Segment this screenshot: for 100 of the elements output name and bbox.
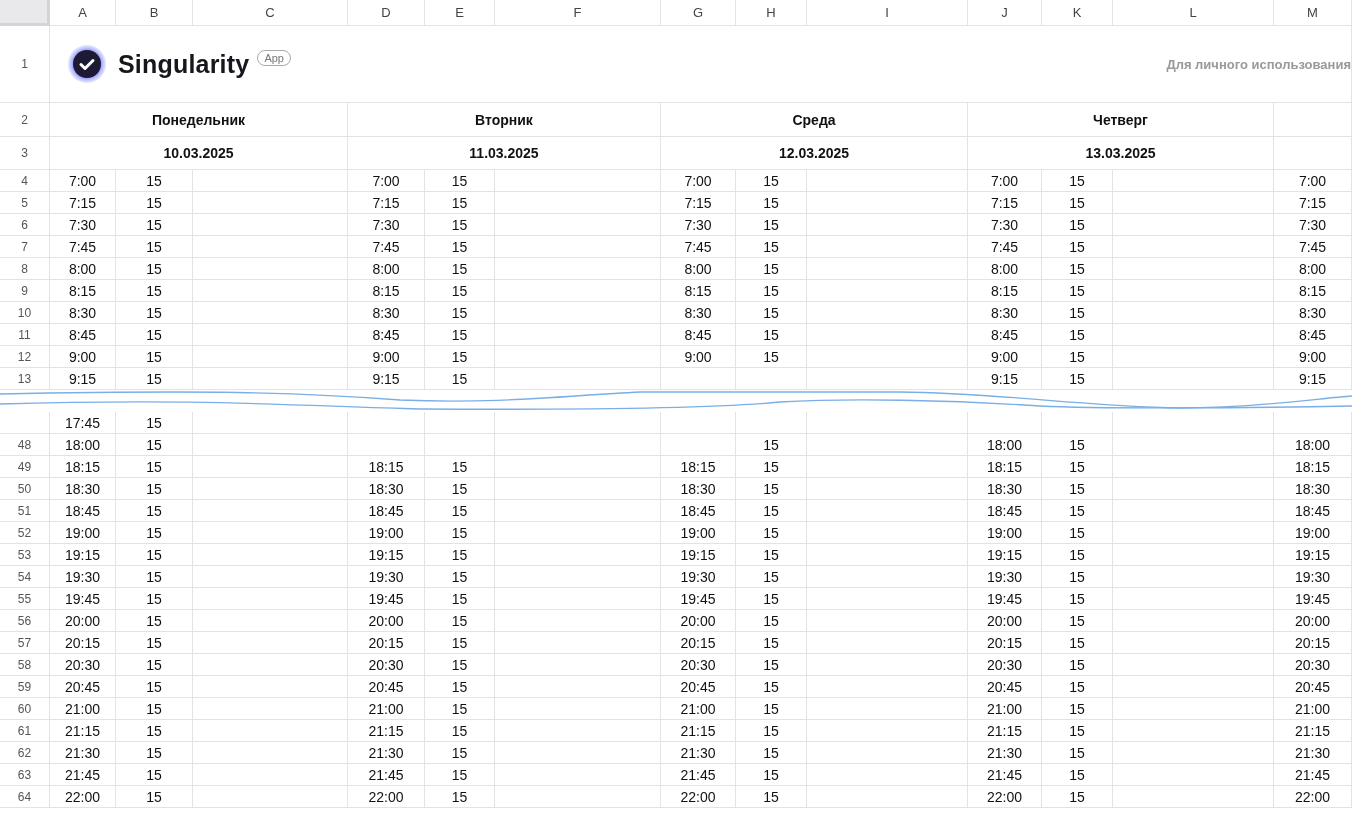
column-header[interactable]: K bbox=[1042, 0, 1113, 26]
time-cell: 21:30 bbox=[1274, 742, 1352, 764]
column-header[interactable]: B bbox=[116, 0, 193, 26]
row-number: 8 bbox=[0, 258, 50, 280]
duration-cell: 15 bbox=[425, 632, 495, 654]
day-name: Вторник bbox=[348, 103, 661, 137]
duration-cell: 15 bbox=[425, 280, 495, 302]
duration-cell: 15 bbox=[116, 610, 193, 632]
duration-cell: 15 bbox=[116, 632, 193, 654]
time-cell: 8:30 bbox=[50, 302, 116, 324]
duration-cell: 15 bbox=[1042, 280, 1113, 302]
duration-cell: 15 bbox=[736, 522, 807, 544]
column-header[interactable]: H bbox=[736, 0, 807, 26]
time-cell: 19:00 bbox=[348, 522, 425, 544]
duration-cell: 15 bbox=[736, 456, 807, 478]
row-number: 60 bbox=[0, 698, 50, 720]
time-cell: 21:45 bbox=[50, 764, 116, 786]
duration-cell: 15 bbox=[116, 698, 193, 720]
duration-cell: 15 bbox=[425, 478, 495, 500]
duration-cell: 15 bbox=[736, 764, 807, 786]
time-cell: 8:30 bbox=[348, 302, 425, 324]
duration-cell: 15 bbox=[116, 170, 193, 192]
duration-cell: 15 bbox=[1042, 566, 1113, 588]
column-header[interactable]: L bbox=[1113, 0, 1274, 26]
duration-cell: 15 bbox=[1042, 654, 1113, 676]
duration-cell: 15 bbox=[736, 610, 807, 632]
time-cell: 18:15 bbox=[968, 456, 1042, 478]
duration-cell: 15 bbox=[116, 654, 193, 676]
time-cell: 18:30 bbox=[348, 478, 425, 500]
duration-cell: 15 bbox=[1042, 214, 1113, 236]
duration-cell: 15 bbox=[116, 302, 193, 324]
duration-cell: 15 bbox=[736, 434, 807, 456]
duration-cell: 15 bbox=[425, 742, 495, 764]
row-number: 9 bbox=[0, 280, 50, 302]
time-cell: 18:15 bbox=[1274, 456, 1352, 478]
row-number: 63 bbox=[0, 764, 50, 786]
time-cell: 8:45 bbox=[968, 324, 1042, 346]
duration-cell: 15 bbox=[1042, 676, 1113, 698]
duration-cell: 15 bbox=[1042, 786, 1113, 808]
duration-cell: 15 bbox=[736, 346, 807, 368]
column-header[interactable]: M bbox=[1274, 0, 1352, 26]
duration-cell: 15 bbox=[116, 544, 193, 566]
row-number: 5 bbox=[0, 192, 50, 214]
column-header[interactable]: F bbox=[495, 0, 661, 26]
duration-cell: 15 bbox=[425, 764, 495, 786]
time-cell: 18:30 bbox=[661, 478, 736, 500]
date-label: 12.03.2025 bbox=[661, 137, 968, 170]
column-header[interactable]: G bbox=[661, 0, 736, 26]
row-number: 55 bbox=[0, 588, 50, 610]
time-cell: 19:15 bbox=[968, 544, 1042, 566]
empty-cell bbox=[736, 412, 807, 434]
duration-cell: 15 bbox=[116, 566, 193, 588]
duration-cell: 15 bbox=[425, 654, 495, 676]
time-cell: 21:00 bbox=[968, 698, 1042, 720]
time-cell: 18:30 bbox=[50, 478, 116, 500]
time-cell: 19:00 bbox=[50, 522, 116, 544]
time-cell: 19:45 bbox=[1274, 588, 1352, 610]
time-cell: 20:00 bbox=[50, 610, 116, 632]
duration-cell: 15 bbox=[116, 588, 193, 610]
duration-cell: 15 bbox=[116, 324, 193, 346]
time-cell: 18:45 bbox=[348, 500, 425, 522]
row-number: 58 bbox=[0, 654, 50, 676]
time-cell: 9:00 bbox=[348, 346, 425, 368]
date-label: 13.03.2025 bbox=[968, 137, 1274, 170]
duration-cell: 15 bbox=[425, 236, 495, 258]
duration-cell: 15 bbox=[425, 522, 495, 544]
duration-cell: 15 bbox=[736, 566, 807, 588]
column-header[interactable]: A bbox=[50, 0, 116, 26]
row-number: 2 bbox=[0, 103, 50, 137]
duration-cell: 15 bbox=[1042, 742, 1113, 764]
time-cell: 21:30 bbox=[661, 742, 736, 764]
time-cell: 22:00 bbox=[348, 786, 425, 808]
column-header[interactable]: D bbox=[348, 0, 425, 26]
duration-cell: 15 bbox=[116, 742, 193, 764]
time-cell: 21:45 bbox=[661, 764, 736, 786]
row-number: 7 bbox=[0, 236, 50, 258]
time-cell: 8:45 bbox=[348, 324, 425, 346]
time-cell: 18:30 bbox=[1274, 478, 1352, 500]
time-cell: 20:45 bbox=[348, 676, 425, 698]
column-header[interactable]: J bbox=[968, 0, 1042, 26]
duration-cell: 15 bbox=[116, 522, 193, 544]
duration-cell: 15 bbox=[1042, 170, 1113, 192]
brand-name: Singularity bbox=[118, 49, 250, 79]
column-header[interactable]: E bbox=[425, 0, 495, 26]
time-cell: 8:45 bbox=[1274, 324, 1352, 346]
select-all-corner[interactable] bbox=[0, 0, 50, 26]
empty-cell bbox=[0, 412, 50, 434]
duration-cell: 15 bbox=[1042, 302, 1113, 324]
time-cell: 7:15 bbox=[968, 192, 1042, 214]
duration-cell: 15 bbox=[116, 500, 193, 522]
row-number: 13 bbox=[0, 368, 50, 390]
duration-cell: 15 bbox=[116, 368, 193, 390]
time-cell: 8:15 bbox=[348, 280, 425, 302]
time-cell: 19:45 bbox=[348, 588, 425, 610]
time-cell: 9:00 bbox=[661, 346, 736, 368]
column-header[interactable]: C bbox=[193, 0, 348, 26]
time-cell: 9:15 bbox=[50, 368, 116, 390]
time-cell: 20:30 bbox=[661, 654, 736, 676]
duration-cell: 15 bbox=[736, 170, 807, 192]
column-header[interactable]: I bbox=[807, 0, 968, 26]
